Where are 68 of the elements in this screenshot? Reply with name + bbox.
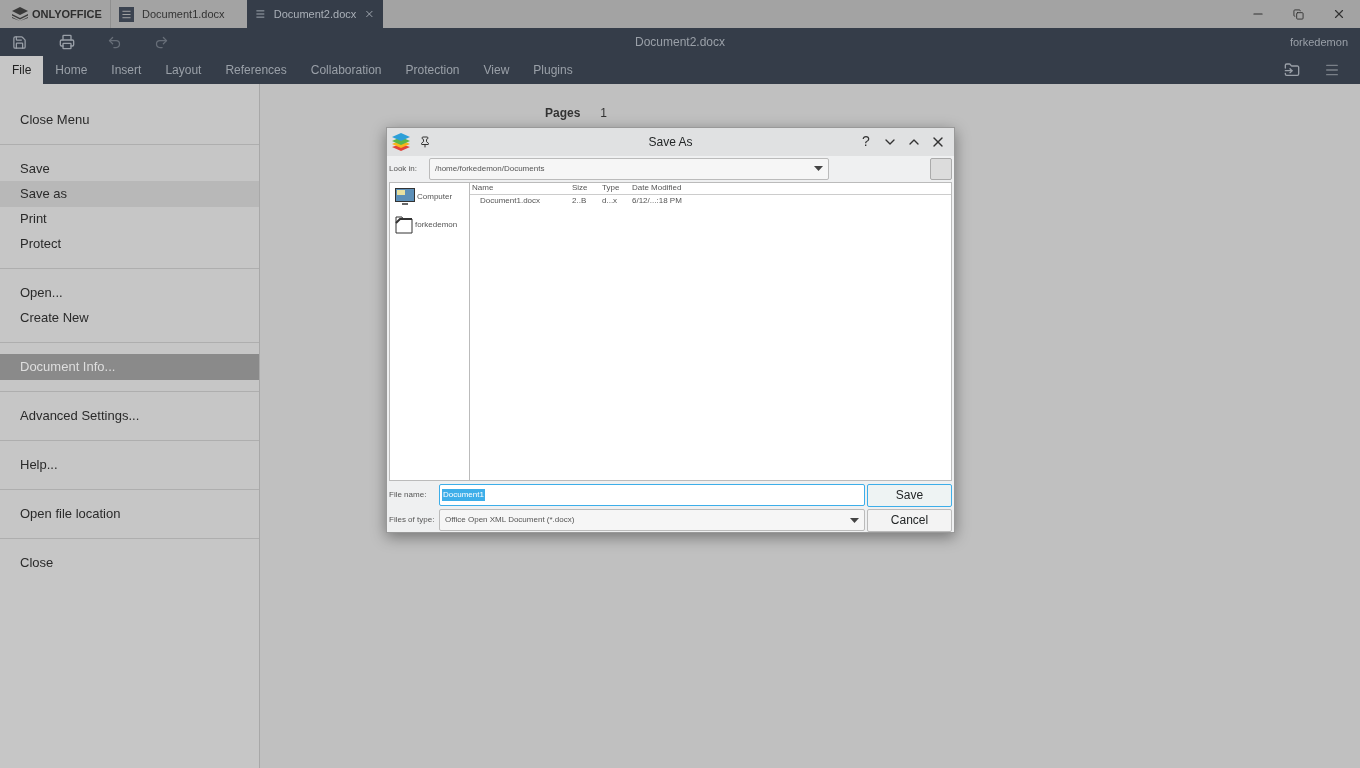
table-cell-text: 6/12/...:18 PM (632, 194, 683, 207)
document-title: Document2.docx (635, 34, 725, 51)
monitor-icon (395, 187, 415, 206)
file-menu-item[interactable]: Help... (0, 452, 259, 478)
document-tab[interactable]: Document2.docx (247, 0, 383, 28)
place-label: Computer (417, 190, 453, 203)
close-tab-icon[interactable] (364, 8, 375, 20)
file-menu-item[interactable]: Open... (0, 280, 259, 306)
file-name-value: Document1 (442, 489, 485, 502)
file-menu-item[interactable]: Open file location (0, 501, 259, 527)
place-item[interactable]: Computer (390, 186, 469, 207)
file-type-label: Files of type: (388, 514, 436, 527)
column-header[interactable]: Type (602, 182, 632, 195)
file-menu-item[interactable]: Protect (0, 231, 259, 257)
menu-tab[interactable]: View (471, 56, 522, 84)
menu-tab[interactable]: Collaboration (298, 56, 394, 84)
file-type-dropdown[interactable]: Office Open XML Document (*.docx) (439, 509, 865, 532)
dropdown-arrow-icon (850, 517, 859, 523)
file-menu-item[interactable]: Close Menu (0, 107, 259, 133)
menu-icon[interactable] (1324, 62, 1340, 78)
menu-tab[interactable]: Protection (393, 56, 472, 84)
folder-icon (395, 215, 413, 234)
document-icon (119, 6, 134, 22)
close-window-icon[interactable] (1332, 7, 1346, 21)
path-dropdown[interactable]: /home/forkedemon/Documents (429, 157, 829, 180)
cancel-button[interactable]: Cancel (867, 508, 952, 532)
file-menu-item[interactable]: Create New (0, 305, 259, 331)
document-tab[interactable]: Document1.docx (111, 0, 247, 28)
help-icon[interactable]: ? (858, 131, 874, 153)
column-header[interactable]: Date Modified (632, 182, 702, 195)
dropdown-arrow-icon (814, 166, 823, 172)
file-menu-item[interactable]: Save as (0, 181, 259, 207)
file-menu-item[interactable]: Close (0, 550, 259, 576)
column-header[interactable]: Size (572, 182, 602, 195)
file-name-label: File name: (388, 489, 428, 502)
tab-label: Document1.docx (142, 6, 225, 22)
menu-tab[interactable]: References (213, 56, 299, 84)
menu-tab[interactable]: File (0, 56, 44, 84)
table-cell-text: d...x (602, 194, 619, 207)
menu-tab[interactable]: Layout (153, 56, 214, 84)
file-menu-item[interactable]: Save (0, 156, 259, 182)
save-icon[interactable] (12, 34, 27, 50)
folder-icon[interactable] (1284, 62, 1300, 78)
table-cell-text: Document1.docx (479, 194, 542, 207)
menu-tab[interactable]: Insert (99, 56, 154, 84)
look-in-label: Look in: (388, 162, 419, 175)
table-cell-text: 2..B (572, 194, 588, 207)
file-menu-item[interactable]: Advanced Settings... (0, 403, 259, 429)
info-label: Pages (545, 105, 581, 122)
dialog-title: Save As (648, 133, 693, 151)
restore-icon[interactable] (1293, 8, 1304, 20)
logo-icon (12, 7, 28, 21)
place-item[interactable]: forkedemon (390, 214, 469, 235)
tab-label: Document2.docx (273, 6, 357, 22)
column-header[interactable]: Name (472, 182, 572, 195)
document-icon (255, 8, 266, 20)
layers-logo-icon (391, 131, 411, 152)
brand-name: ONLYOFFICE (32, 6, 102, 22)
pin-icon[interactable] (419, 135, 431, 148)
menu-tab[interactable]: Plugins (521, 56, 585, 84)
user-name: forkedemon (1289, 34, 1348, 50)
info-value: 1 (600, 105, 608, 122)
file-row[interactable]: Document1.docx 2..B d...x 6/12/...:18 PM (470, 194, 951, 207)
place-label: forkedemon (415, 218, 458, 231)
file-menu-item[interactable]: Print (0, 206, 259, 232)
menu-tab[interactable]: Home (43, 56, 100, 84)
print-icon[interactable] (59, 34, 75, 50)
save-button[interactable]: Save (867, 483, 952, 507)
